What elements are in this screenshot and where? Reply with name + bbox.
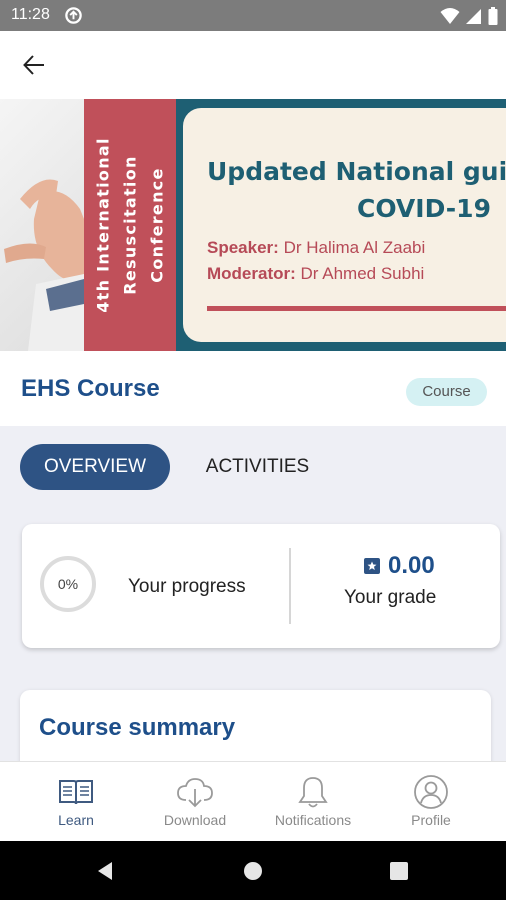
moderator-label: Moderator: [207, 264, 296, 283]
app-bar [0, 31, 506, 99]
course-banner: 4th International Resuscitation Conferen… [0, 99, 506, 351]
progress-percent: 0% [57, 576, 79, 592]
nav-notifications[interactable]: Notifications [250, 762, 376, 842]
banner-photo [0, 99, 84, 351]
system-home-icon[interactable] [242, 860, 264, 882]
battery-icon [488, 6, 498, 25]
banner-conference-title: 4th International Resuscitation Conferen… [90, 137, 171, 313]
back-button[interactable] [14, 45, 54, 85]
wifi-icon [440, 7, 460, 24]
nav-profile-label: Profile [411, 812, 451, 828]
banner-card: Updated National guid COVID-19 Speaker: … [183, 108, 506, 342]
cloud-download-icon [177, 778, 213, 808]
user-circle-icon [414, 775, 448, 809]
course-title: EHS Course [21, 375, 160, 402]
nav-learn-label: Learn [58, 812, 94, 828]
bell-icon [298, 777, 328, 808]
moderator-name: Dr Ahmed Subhi [300, 264, 425, 283]
system-nav-bar [0, 841, 506, 900]
banner-speaker: Speaker: Dr Halima Al Zaabi [207, 238, 425, 258]
banner-divider [207, 306, 506, 311]
course-type-badge: Course [406, 378, 487, 406]
banner-subtitle: COVID-19 [357, 194, 491, 223]
progress-ring: 0% [40, 556, 96, 612]
book-icon [59, 780, 93, 805]
banner-title: Updated National guid [207, 157, 506, 186]
course-summary-title: Course summary [39, 714, 236, 741]
tab-activities[interactable]: ACTIVITIES [190, 444, 325, 490]
signal-icon [466, 8, 481, 24]
bottom-nav: Learn Download Notifications Profile [0, 761, 506, 841]
arrow-left-icon [23, 55, 44, 75]
data-saver-icon [65, 7, 82, 24]
card-divider [289, 548, 291, 624]
grade-value-row: 0.00 [364, 552, 435, 580]
course-header: EHS Course Course [0, 351, 506, 426]
hand-illustration [4, 179, 84, 351]
nav-profile[interactable]: Profile [368, 762, 494, 842]
progress-label: Your progress [128, 576, 246, 597]
speaker-label: Speaker: [207, 238, 279, 257]
system-back-icon[interactable] [94, 860, 116, 882]
status-time: 11:28 [11, 6, 50, 23]
nav-notifications-label: Notifications [274, 812, 352, 828]
progress-card: 0% Your progress 0.00 Your grade [22, 524, 500, 648]
nav-download[interactable]: Download [132, 762, 258, 842]
banner-moderator: Moderator: Dr Ahmed Subhi [207, 264, 424, 284]
speaker-name: Dr Halima Al Zaabi [283, 238, 426, 257]
nav-download-label: Download [163, 812, 227, 828]
banner-vertical-line-2: Resuscitation [120, 155, 140, 295]
system-recents-icon[interactable] [388, 860, 410, 882]
grade-label: Your grade [344, 587, 437, 608]
grade-icon [364, 558, 380, 574]
tab-overview[interactable]: OVERVIEW [20, 444, 170, 490]
banner-vertical-line-3: Conference [147, 167, 167, 283]
nav-learn[interactable]: Learn [13, 762, 139, 842]
banner-vertical-line-1: 4th International [93, 137, 113, 313]
status-bar: 11:28 [0, 0, 506, 31]
status-icons [440, 6, 498, 25]
grade-value: 0.00 [388, 552, 435, 579]
